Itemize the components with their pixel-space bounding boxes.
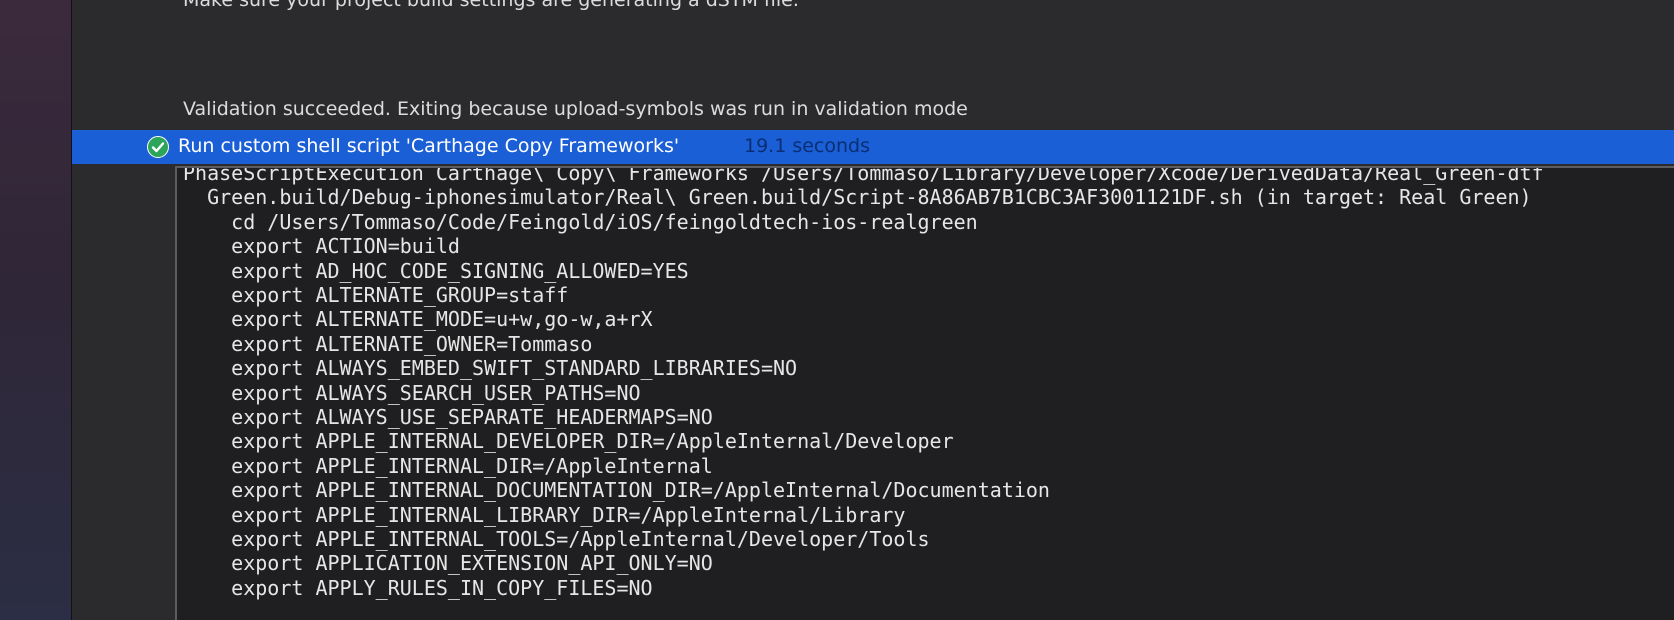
console-line: export APPLE_INTERNAL_DOCUMENTATION_DIR=…: [183, 478, 1050, 503]
console-line: export APPLE_INTERNAL_LIBRARY_DIR=/Apple…: [183, 502, 906, 527]
checkmark-circle-icon: [147, 136, 169, 158]
build-log-window: Make sure your project build settings ar…: [71, 0, 1674, 620]
log-line-validation: Validation succeeded. Exiting because up…: [183, 98, 968, 120]
script-output-console[interactable]: PhaseScriptExecution Carthage\ Copy\ Fra…: [175, 166, 1674, 620]
console-line: export ALTERNATE_MODE=u+w,go-w,a+rX: [183, 307, 653, 332]
console-line: export APPLE_INTERNAL_DIR=/AppleInternal: [183, 453, 713, 478]
console-line: export ALTERNATE_GROUP=staff: [183, 283, 569, 307]
console-line: export APPLE_INTERNAL_TOOLS=/AppleIntern…: [183, 527, 930, 551]
console-line: export ALTERNATE_OWNER=Tommaso: [183, 331, 593, 356]
console-line: export ALWAYS_EMBED_SWIFT_STANDARD_LIBRA…: [183, 356, 798, 381]
console-line: export AD_HOC_CODE_SIGNING_ALLOWED=YES: [183, 258, 689, 283]
console-line: export APPLY_RULES_IN_COPY_FILES=NO: [183, 575, 653, 600]
build-step-duration: 19.1 seconds: [744, 135, 871, 157]
console-line: export ACTION=build: [183, 234, 460, 259]
console-line: cd /Users/Tommaso/Code/Feingold/iOS/fein…: [183, 209, 978, 234]
console-line: PhaseScriptExecution Carthage\ Copy\ Fra…: [183, 166, 1544, 185]
log-line-dsym-hint: Make sure your project build settings ar…: [183, 0, 799, 11]
console-line: Green.build/Debug-iphonesimulator/Real\ …: [183, 185, 1532, 210]
console-line: export APPLICATION_EXTENSION_API_ONLY=NO: [183, 551, 713, 576]
desktop-background: [0, 0, 71, 620]
console-line: export ALWAYS_SEARCH_USER_PATHS=NO: [183, 380, 641, 405]
build-step-title: Run custom shell script 'Carthage Copy F…: [178, 135, 680, 157]
console-line: export APPLE_INTERNAL_DEVELOPER_DIR=/App…: [183, 429, 954, 454]
console-line: export ALWAYS_USE_SEPARATE_HEADERMAPS=NO: [183, 405, 713, 429]
build-step-row[interactable]: Run custom shell script 'Carthage Copy F…: [72, 130, 1674, 164]
